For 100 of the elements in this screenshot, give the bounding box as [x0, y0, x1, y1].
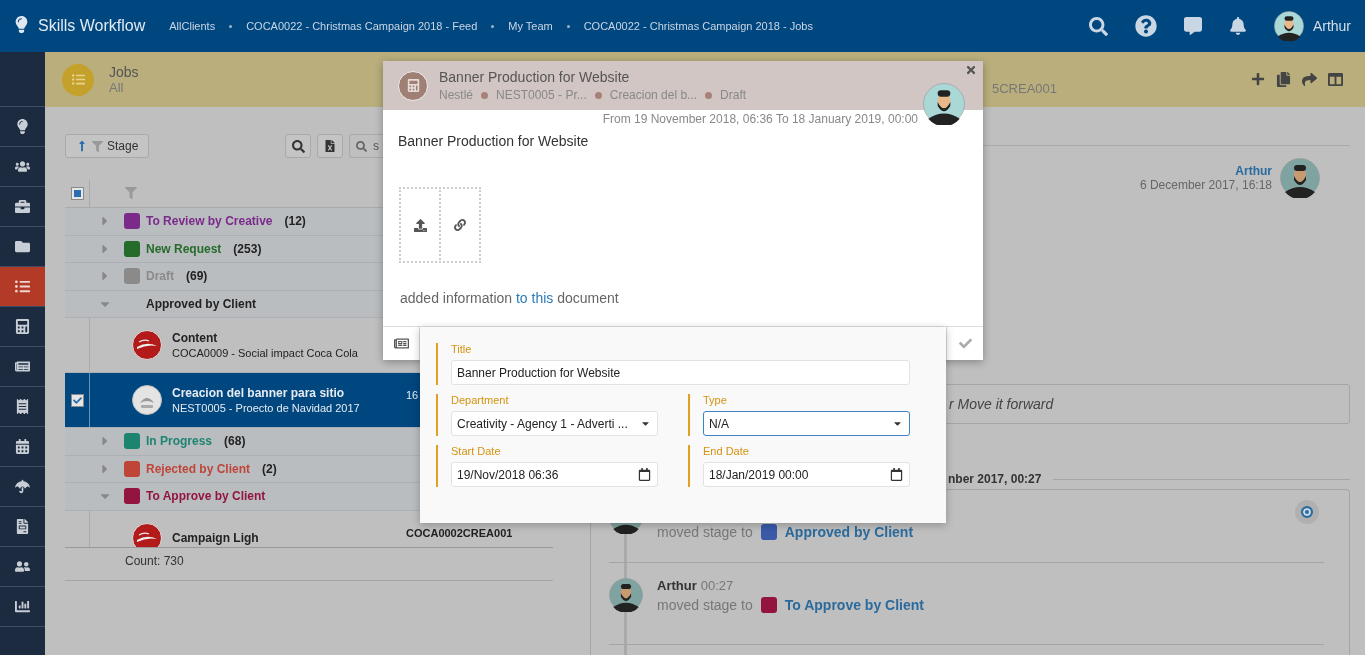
field-label: Start Date: [451, 445, 502, 457]
table-cell: COCA0002CREA001: [406, 526, 513, 539]
date-field[interactable]: 19/Nov/2018 06:36: [451, 462, 658, 487]
bar-chart-icon: [15, 599, 30, 614]
input-field[interactable]: Banner Production for Website: [451, 360, 910, 385]
avatar-icon: [923, 83, 965, 125]
logo-icon: [132, 522, 162, 547]
close-button[interactable]: [965, 64, 977, 76]
group-count: (69): [186, 269, 208, 284]
field-label: End Date: [703, 445, 750, 457]
timeline-date: nber 2017, 00:27: [948, 472, 1042, 486]
group-label: To Review by Creative: [146, 214, 273, 229]
entry-action: moved stage to: [657, 524, 753, 540]
select-field[interactable]: Creativity - Agency 1 - Adverti ...: [451, 411, 658, 436]
group-count: (2): [262, 461, 277, 476]
separator-dot: [566, 24, 570, 28]
group-count: (68): [224, 434, 246, 449]
page-title: Jobs: [109, 64, 140, 80]
bell-icon[interactable]: [1228, 17, 1247, 35]
calendar-icon: [638, 468, 651, 481]
page-subtitle: All: [109, 80, 125, 95]
list-icon: [62, 63, 94, 96]
filter-icon: [125, 186, 137, 199]
breadcrumb-link[interactable]: COCA0022 - Christmas Campaign 2018 - Jobs: [583, 20, 813, 32]
avatar-icon: [1280, 158, 1320, 198]
calculator-icon: [15, 319, 30, 334]
meta-text: Creacion del b...: [609, 88, 698, 102]
job-title: Creacion del banner para sitio: [172, 386, 346, 400]
sidebar-item[interactable]: [0, 267, 45, 307]
group-label: Approved by Client: [146, 296, 256, 311]
sort-button[interactable]: Stage: [65, 134, 149, 158]
field-label: Title: [451, 343, 473, 355]
avatar-icon: [609, 578, 643, 612]
field-label: Type: [703, 394, 728, 406]
date-field[interactable]: 18/Jan/2019 00:00: [703, 462, 910, 487]
team-icon: [15, 159, 30, 174]
help-icon[interactable]: [1134, 15, 1157, 37]
calendar-icon: [15, 439, 30, 454]
breadcrumb-link[interactable]: AllClients: [169, 20, 216, 32]
user-name[interactable]: Arthur: [1312, 18, 1351, 34]
group-count: (12): [284, 214, 306, 229]
job-subtitle: COCA0009 - Social impact Coca Cola: [172, 347, 359, 359]
umbrella-icon: [15, 479, 30, 494]
briefcase-icon: [15, 199, 30, 214]
job-code: 5CREA001: [992, 81, 1058, 96]
chat-icon[interactable]: [1183, 17, 1202, 35]
plus-icon[interactable]: [1251, 72, 1265, 87]
avatar-icon: [1273, 11, 1304, 41]
meta-text: NEST0005 - Pr...: [496, 88, 587, 102]
columns-icon[interactable]: [1328, 72, 1343, 87]
select-all-checkbox[interactable]: [70, 187, 84, 200]
search-icon: [356, 140, 367, 152]
excel-button[interactable]: [317, 134, 343, 158]
comment-date: 6 December 2017, 16:18: [1139, 178, 1272, 192]
app-name: Skills Workflow: [38, 17, 146, 35]
entry-author: Arthur: [657, 578, 697, 593]
filter-icon: [92, 140, 103, 152]
target-icon[interactable]: [1295, 500, 1319, 524]
job-subtitle: NEST0005 - Proecto de Navidad 2017: [172, 402, 361, 414]
entry-time: 00:27: [700, 578, 734, 593]
separator-dot: [594, 91, 602, 99]
list-icon: [15, 279, 30, 294]
group-label: To Approve by Client: [146, 489, 266, 504]
lightbulb-icon: [15, 119, 30, 134]
separator-dot: [229, 24, 233, 28]
calculator-icon: [398, 70, 428, 101]
check-icon: [958, 337, 972, 350]
report-icon: [15, 519, 30, 534]
receipt-icon: [15, 399, 30, 414]
people-icon: [15, 559, 30, 574]
document-link[interactable]: to this: [515, 290, 554, 306]
logo-icon: [132, 330, 162, 360]
job-title: Content: [172, 331, 219, 345]
link-icon: [454, 219, 466, 231]
row-checkbox[interactable]: [70, 393, 84, 407]
breadcrumb-link[interactable]: My Team: [508, 20, 553, 32]
field-label: Department: [451, 394, 510, 406]
sort-arrow-icon: [76, 140, 88, 152]
share-icon[interactable]: [1302, 72, 1317, 87]
upload-icon: [413, 218, 427, 232]
row-count: Count: 730: [125, 554, 185, 568]
search-icon: [291, 139, 305, 153]
copy-icon[interactable]: [1276, 72, 1291, 87]
search-icon[interactable]: [1088, 16, 1108, 36]
folder-icon: [15, 239, 30, 254]
logo-icon: [132, 385, 162, 415]
job-title: Campaign Ligh: [172, 530, 260, 545]
dialog-title: Banner Production for Website: [439, 69, 631, 85]
date-range: From 19 November 2018, 06:36 To 18 January 2019, 00:00: [602, 112, 918, 126]
entry-action: moved stage to: [657, 597, 753, 613]
breadcrumb-link[interactable]: COCA0022 - Christmas Campaign 2018 - Feed: [246, 20, 478, 32]
newspaper-icon: [393, 336, 409, 351]
search-button[interactable]: [285, 134, 311, 158]
newspaper-icon: [15, 359, 30, 374]
group-label: Rejected by Client: [146, 461, 251, 476]
select-field[interactable]: N/A: [703, 411, 910, 436]
details-button[interactable]: [383, 327, 420, 360]
group-count: (253): [233, 241, 262, 256]
separator-dot: [705, 91, 713, 99]
calendar-icon: [890, 468, 903, 481]
